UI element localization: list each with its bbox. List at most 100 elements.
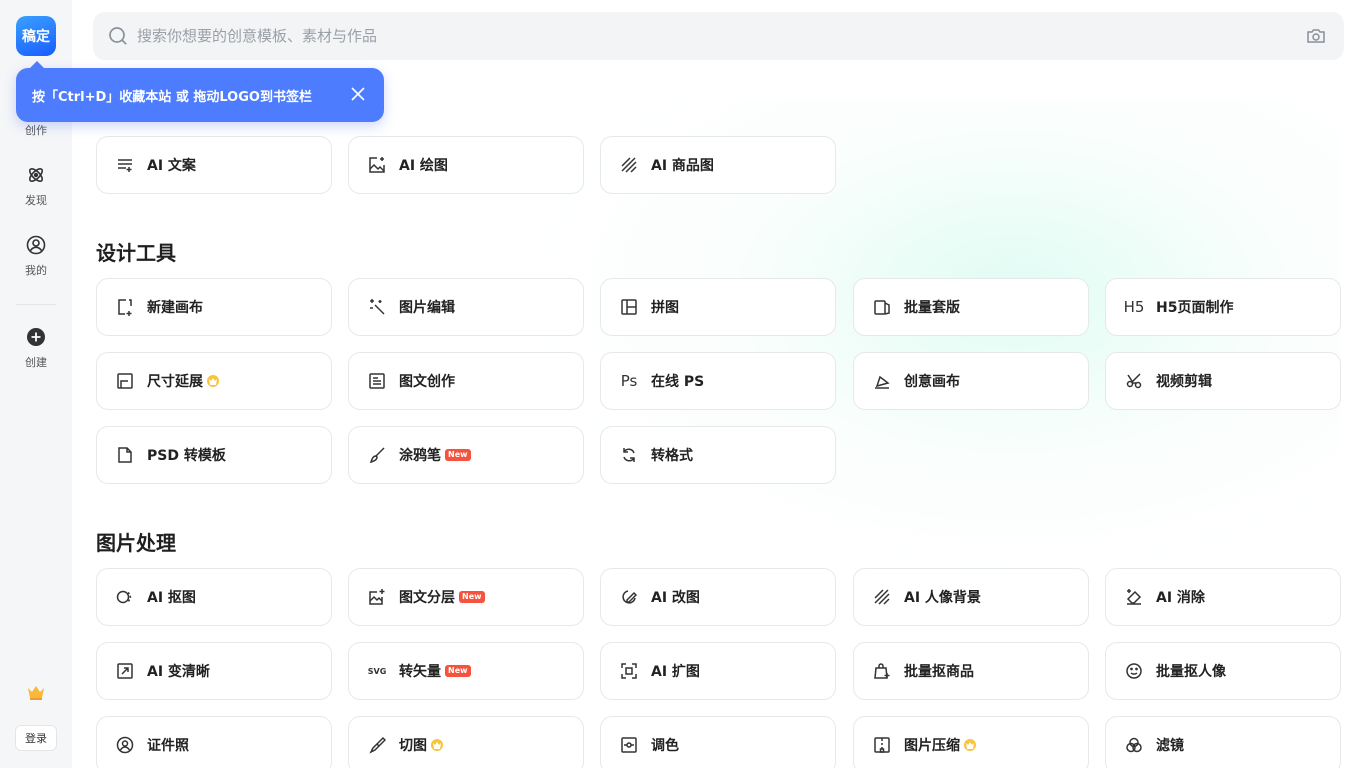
card-online-ps[interactable]: Ps 在线 PS	[600, 352, 836, 410]
card-label: 图片压缩	[904, 738, 960, 754]
card-filter[interactable]: 滤镜	[1105, 716, 1341, 768]
card-label: 图片编辑	[399, 300, 455, 316]
batch-template-icon	[872, 297, 892, 317]
sidebar-item-label: 我的	[25, 264, 47, 277]
card-color-adjust[interactable]: 调色	[600, 716, 836, 768]
card-id-photo[interactable]: 证件照	[96, 716, 332, 768]
card-to-vector[interactable]: SVG 转矢量 New	[348, 642, 584, 700]
card-resize[interactable]: 尺寸延展	[96, 352, 332, 410]
new-badge: New	[445, 665, 471, 677]
edit-image-icon	[619, 587, 639, 607]
bookmark-tooltip: 按「Ctrl+D」收藏本站 或 拖动LOGO到书签栏	[16, 61, 384, 122]
color-adjust-icon	[619, 735, 639, 755]
card-label: AI 商品图	[651, 158, 714, 174]
card-graphic-layer[interactable]: 图文分层 New	[348, 568, 584, 626]
card-batch-product-cutout[interactable]: 批量抠商品	[853, 642, 1089, 700]
card-ai-extend[interactable]: AI 扩图	[600, 642, 836, 700]
card-ai-portrait-bg[interactable]: AI 人像背景	[853, 568, 1089, 626]
card-ai-product[interactable]: AI 商品图	[600, 136, 836, 194]
h5-icon: H5	[1123, 298, 1145, 316]
sidebar-item-mine[interactable]: 我的	[0, 234, 72, 278]
card-label: H5页面制作	[1156, 300, 1234, 316]
login-button[interactable]: 登录	[15, 725, 57, 751]
card-new-canvas[interactable]: 新建画布	[96, 278, 332, 336]
brush-icon	[367, 445, 387, 465]
card-ai-cutout[interactable]: AI 抠图	[96, 568, 332, 626]
card-label: 新建画布	[147, 300, 203, 316]
card-label: AI 扩图	[651, 664, 700, 680]
file-icon	[115, 445, 135, 465]
card-label: 批量抠人像	[1156, 664, 1226, 680]
card-label: AI 人像背景	[904, 590, 981, 606]
new-canvas-icon	[115, 297, 135, 317]
card-h5-page[interactable]: H5 H5页面制作	[1105, 278, 1341, 336]
portrait-bg-icon	[872, 587, 892, 607]
card-label: 切图	[399, 738, 427, 754]
card-graphic-creation[interactable]: 图文创作	[348, 352, 584, 410]
sidebar-item-new[interactable]: 创建	[0, 326, 72, 370]
card-batch-template[interactable]: 批量套版	[853, 278, 1089, 336]
card-convert-format[interactable]: 转格式	[600, 426, 836, 484]
close-icon[interactable]	[350, 86, 366, 102]
search-input[interactable]	[137, 12, 1287, 60]
magic-wand-icon	[367, 297, 387, 317]
logo[interactable]: 稿定	[16, 16, 56, 56]
card-label: AI 变清晰	[147, 664, 210, 680]
convert-icon	[619, 445, 639, 465]
card-label: 尺寸延展	[147, 374, 203, 390]
card-label: 转格式	[651, 448, 693, 464]
card-ai-copywriting[interactable]: AI 文案	[96, 136, 332, 194]
new-badge: New	[445, 449, 471, 461]
extend-image-icon	[619, 661, 639, 681]
crown-icon[interactable]	[26, 683, 46, 701]
card-label: 滤镜	[1156, 738, 1184, 754]
plus-circle-icon	[25, 326, 47, 348]
search-icon	[108, 26, 128, 46]
ps-icon: Ps	[620, 372, 638, 390]
id-photo-icon	[115, 735, 135, 755]
card-label: AI 绘图	[399, 158, 448, 174]
card-slice[interactable]: 切图	[348, 716, 584, 768]
card-ai-drawing[interactable]: AI 绘图	[348, 136, 584, 194]
sidebar-divider	[16, 304, 56, 305]
card-ai-erase[interactable]: AI 消除	[1105, 568, 1341, 626]
card-doodle-pen[interactable]: 涂鸦笔 New	[348, 426, 584, 484]
card-label: AI 抠图	[147, 590, 196, 606]
card-label: 拼图	[651, 300, 679, 316]
image-sparkle-icon	[367, 155, 387, 175]
card-video-edit[interactable]: 视频剪辑	[1105, 352, 1341, 410]
sidebar-item-label: 发现	[25, 194, 47, 207]
new-badge: New	[459, 591, 485, 603]
vip-badge-icon	[431, 739, 443, 751]
card-label: 转矢量	[399, 664, 441, 680]
camera-icon[interactable]	[1306, 27, 1326, 45]
discover-icon	[25, 164, 47, 186]
collage-icon	[619, 297, 639, 317]
card-image-edit[interactable]: 图片编辑	[348, 278, 584, 336]
bag-icon	[872, 661, 892, 681]
card-ai-sharpen[interactable]: AI 变清晰	[96, 642, 332, 700]
search-bar	[93, 12, 1344, 60]
card-ai-edit-image[interactable]: AI 改图	[600, 568, 836, 626]
card-label: 视频剪辑	[1156, 374, 1212, 390]
card-label: PSD 转模板	[147, 448, 226, 464]
card-collage[interactable]: 拼图	[600, 278, 836, 336]
card-label: 在线 PS	[651, 374, 705, 390]
card-label: AI 文案	[147, 158, 196, 174]
scissors-icon	[1124, 371, 1144, 391]
card-image-compress[interactable]: 图片压缩	[853, 716, 1089, 768]
card-label: AI 消除	[1156, 590, 1205, 606]
card-batch-portrait-cutout[interactable]: 批量抠人像	[1105, 642, 1341, 700]
text-lines-icon	[115, 155, 135, 175]
creative-canvas-icon	[872, 371, 892, 391]
svg-icon: SVG	[367, 666, 387, 676]
card-label: 批量套版	[904, 300, 960, 316]
filter-icon	[1124, 735, 1144, 755]
sidebar-item-discover[interactable]: 发现	[0, 164, 72, 208]
section-title-design-tools: 设计工具	[96, 241, 176, 265]
card-psd-to-template[interactable]: PSD 转模板	[96, 426, 332, 484]
compress-icon	[872, 735, 892, 755]
card-creative-canvas[interactable]: 创意画布	[853, 352, 1089, 410]
cutout-icon	[115, 587, 135, 607]
card-label: 创意画布	[904, 374, 960, 390]
